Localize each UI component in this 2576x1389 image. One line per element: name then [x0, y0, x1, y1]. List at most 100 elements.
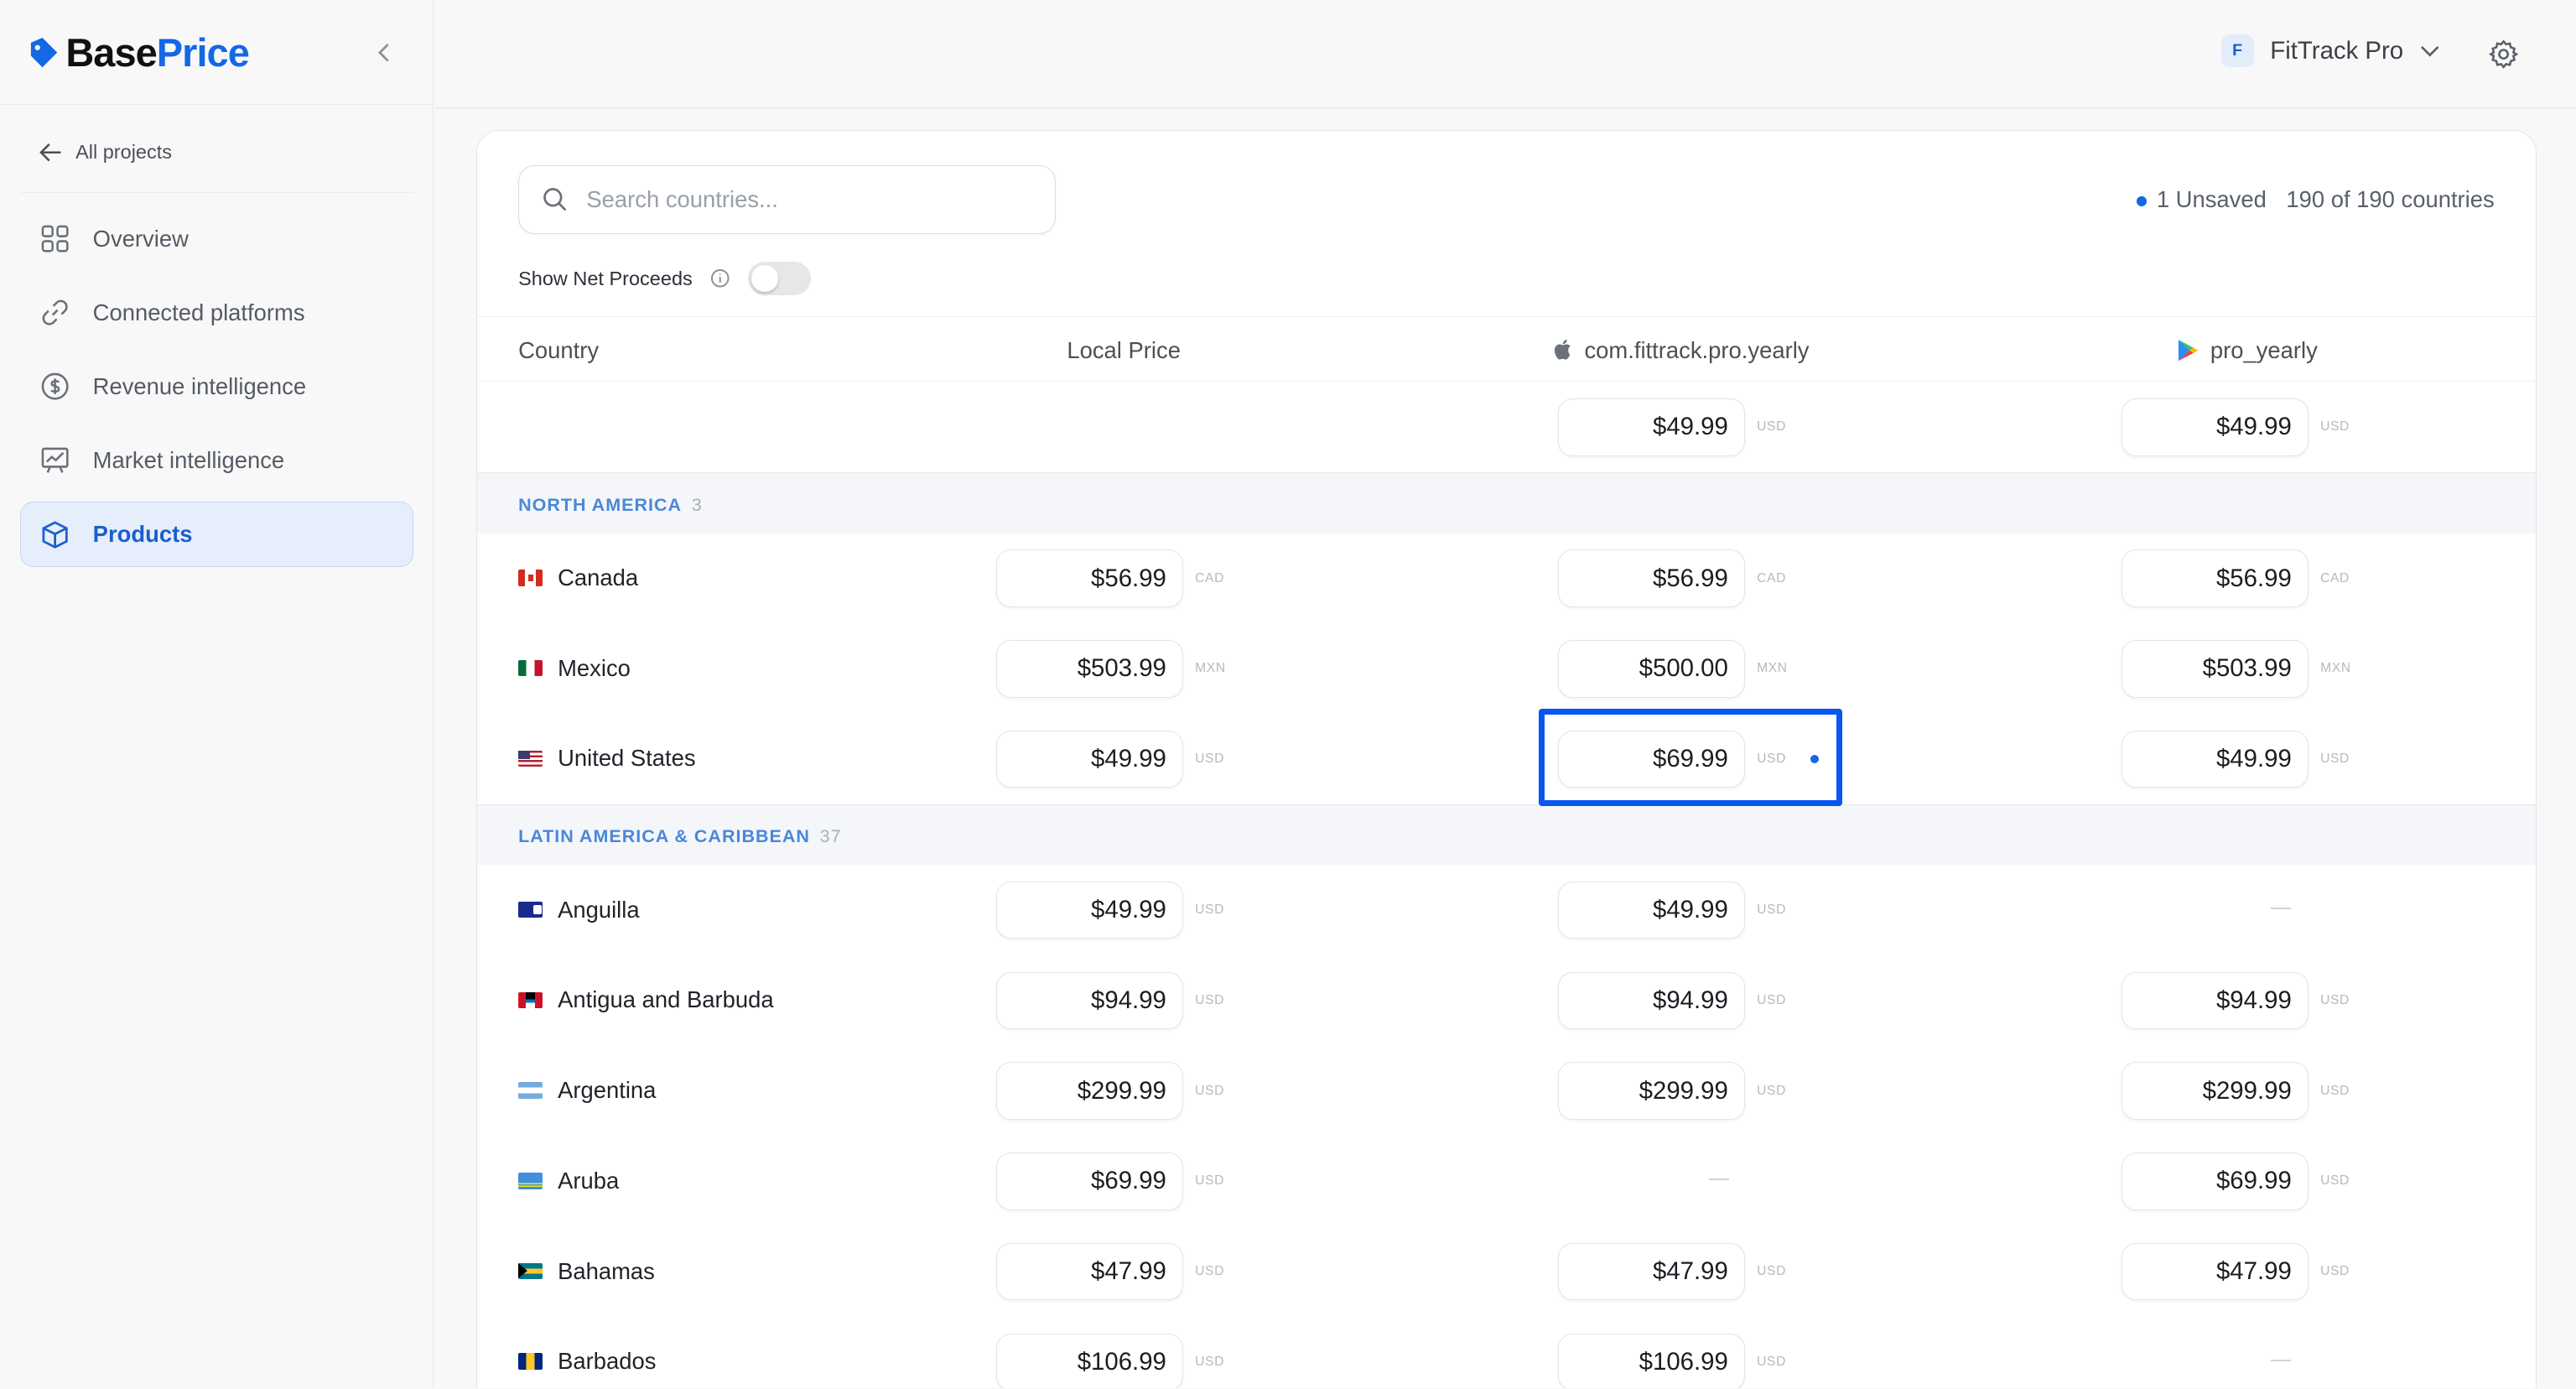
- chart-board-icon: [40, 445, 70, 475]
- no-price-dash: [2271, 1359, 2291, 1361]
- price-input[interactable]: $69.99: [2122, 1152, 2309, 1210]
- project-switcher[interactable]: F FitTrack Pro: [2220, 34, 2440, 68]
- region-count: 3: [691, 494, 703, 515]
- gear-icon: [2488, 39, 2519, 69]
- unsaved-indicator: 1 Unsaved: [2137, 186, 2267, 213]
- sidebar-item-label: Connected platforms: [92, 299, 305, 325]
- country-cell: Canada: [518, 564, 638, 591]
- price-input[interactable]: $106.99: [1558, 1333, 1746, 1389]
- brand-logo[interactable]: BasePrice: [26, 29, 250, 75]
- price-input[interactable]: $49.99: [996, 730, 1184, 788]
- country-name: Barbados: [558, 1348, 657, 1375]
- currency-code: USD: [1757, 1083, 1786, 1098]
- apple-price-cell: $49.99 USD: [1558, 398, 1786, 456]
- column-header-google-product[interactable]: pro_yearly: [2178, 337, 2318, 364]
- price-input[interactable]: $94.99: [2122, 971, 2309, 1030]
- flag-united-states-icon: [518, 750, 543, 767]
- currency-code: CAD: [1757, 570, 1786, 585]
- price-input[interactable]: $49.99: [1558, 881, 1746, 939]
- country-cell: Mexico: [518, 655, 631, 682]
- products-price-table-card: 1 Unsaved 190 of 190 countries Show Net …: [476, 129, 2537, 1389]
- project-avatar: F: [2220, 34, 2254, 68]
- price-input[interactable]: $49.99: [1558, 398, 1746, 456]
- currency-code: USD: [1195, 903, 1224, 918]
- price-input[interactable]: $94.99: [996, 971, 1184, 1030]
- country-name: Antigua and Barbuda: [558, 986, 774, 1013]
- flag-aruba-icon: [518, 1172, 543, 1189]
- price-input[interactable]: $47.99: [2122, 1242, 2309, 1301]
- currency-code: USD: [1757, 419, 1786, 434]
- all-projects-link[interactable]: All projects: [19, 105, 413, 193]
- price-input[interactable]: $47.99: [1558, 1242, 1746, 1301]
- price-input[interactable]: $49.99: [2122, 730, 2309, 788]
- country-name: United States: [558, 745, 696, 772]
- price-input[interactable]: $299.99: [996, 1062, 1184, 1120]
- price-input[interactable]: $69.99: [1558, 730, 1746, 788]
- price-tag-icon: [26, 36, 59, 69]
- currency-code: USD: [2320, 1083, 2350, 1098]
- price-input[interactable]: $299.99: [1558, 1062, 1746, 1120]
- status-summary: 1 Unsaved 190 of 190 countries: [2137, 186, 2495, 213]
- region-count: 37: [819, 826, 842, 847]
- price-input[interactable]: $503.99: [996, 639, 1184, 698]
- price-input[interactable]: $500.00: [1558, 639, 1746, 698]
- country-cell: Bahamas: [518, 1258, 655, 1285]
- search-box: [518, 164, 1056, 235]
- currency-code: USD: [1195, 992, 1224, 1007]
- currency-code: USD: [2320, 992, 2350, 1007]
- sidebar-item-overview[interactable]: Overview: [20, 205, 413, 271]
- column-header-local-price[interactable]: Local Price: [1067, 337, 1181, 364]
- price-input[interactable]: $106.99: [996, 1333, 1184, 1389]
- currency-code: USD: [2320, 1264, 2350, 1279]
- country-name: Argentina: [558, 1077, 657, 1104]
- table-header: Country Local Price com.fittrack.pro.yea…: [477, 316, 2536, 382]
- link-icon: [40, 298, 70, 327]
- sidebar-item-market-intelligence[interactable]: Market intelligence: [20, 428, 413, 493]
- currency-code: USD: [1757, 903, 1786, 918]
- price-input[interactable]: $56.99: [1558, 549, 1746, 607]
- region-group-header[interactable]: NORTH AMERICA 3: [477, 472, 2536, 533]
- currency-code: USD: [2320, 1173, 2350, 1189]
- net-proceeds-toggle[interactable]: [748, 262, 811, 295]
- flag-antigua-and-barbuda-icon: [518, 991, 543, 1009]
- price-input[interactable]: $49.99: [996, 881, 1184, 939]
- price-input[interactable]: $299.99: [2122, 1062, 2309, 1120]
- column-header-apple-product[interactable]: com.fittrack.pro.yearly: [1555, 337, 1810, 364]
- region-group-header[interactable]: LATIN AMERICA & CARIBBEAN 37: [477, 804, 2536, 866]
- box-icon: [40, 520, 70, 549]
- currency-code: MXN: [2320, 661, 2351, 676]
- search-input[interactable]: [586, 186, 1014, 213]
- currency-code: USD: [1757, 992, 1786, 1007]
- apple-icon: [1555, 339, 1571, 360]
- price-input[interactable]: $56.99: [996, 549, 1184, 607]
- country-cell: Argentina: [518, 1077, 656, 1104]
- collapse-sidebar-button[interactable]: [368, 36, 401, 69]
- price-input[interactable]: $94.99: [1558, 971, 1746, 1030]
- google-price-cell: $49.99 USD: [2122, 398, 2350, 456]
- google-play-icon: [2178, 340, 2198, 362]
- price-input[interactable]: $49.99: [2122, 398, 2309, 456]
- currency-code: CAD: [1195, 570, 1224, 585]
- sidebar-item-revenue-intelligence[interactable]: Revenue intelligence: [20, 354, 413, 419]
- table-row: Canada $56.99 CAD $56.99 CAD $56.99 CAD: [477, 533, 2536, 624]
- country-cell: Aruba: [518, 1168, 619, 1194]
- column-header-country[interactable]: Country: [518, 337, 599, 364]
- info-icon[interactable]: [709, 267, 731, 289]
- currency-code: USD: [1195, 1264, 1224, 1279]
- search-icon: [543, 188, 566, 211]
- currency-code: USD: [1757, 752, 1786, 766]
- settings-button[interactable]: [2485, 36, 2521, 72]
- price-input[interactable]: $503.99: [2122, 639, 2309, 698]
- price-input[interactable]: $56.99: [2122, 549, 2309, 607]
- sidebar-item-connected-platforms[interactable]: Connected platforms: [20, 280, 413, 346]
- sidebar-item-label: Market intelligence: [92, 447, 285, 474]
- flag-barbados-icon: [518, 1353, 543, 1371]
- country-name: Canada: [558, 564, 639, 590]
- price-input[interactable]: $47.99: [996, 1242, 1184, 1301]
- currency-code: USD: [1757, 1264, 1786, 1279]
- country-name: Anguilla: [558, 896, 640, 923]
- table-row: Anguilla $49.99 USD $49.99 USD: [477, 865, 2536, 955]
- sidebar-item-products[interactable]: Products: [19, 502, 413, 568]
- sidebar: BasePrice All projects Overview Connecte…: [0, 0, 434, 1389]
- price-input[interactable]: $69.99: [996, 1152, 1184, 1210]
